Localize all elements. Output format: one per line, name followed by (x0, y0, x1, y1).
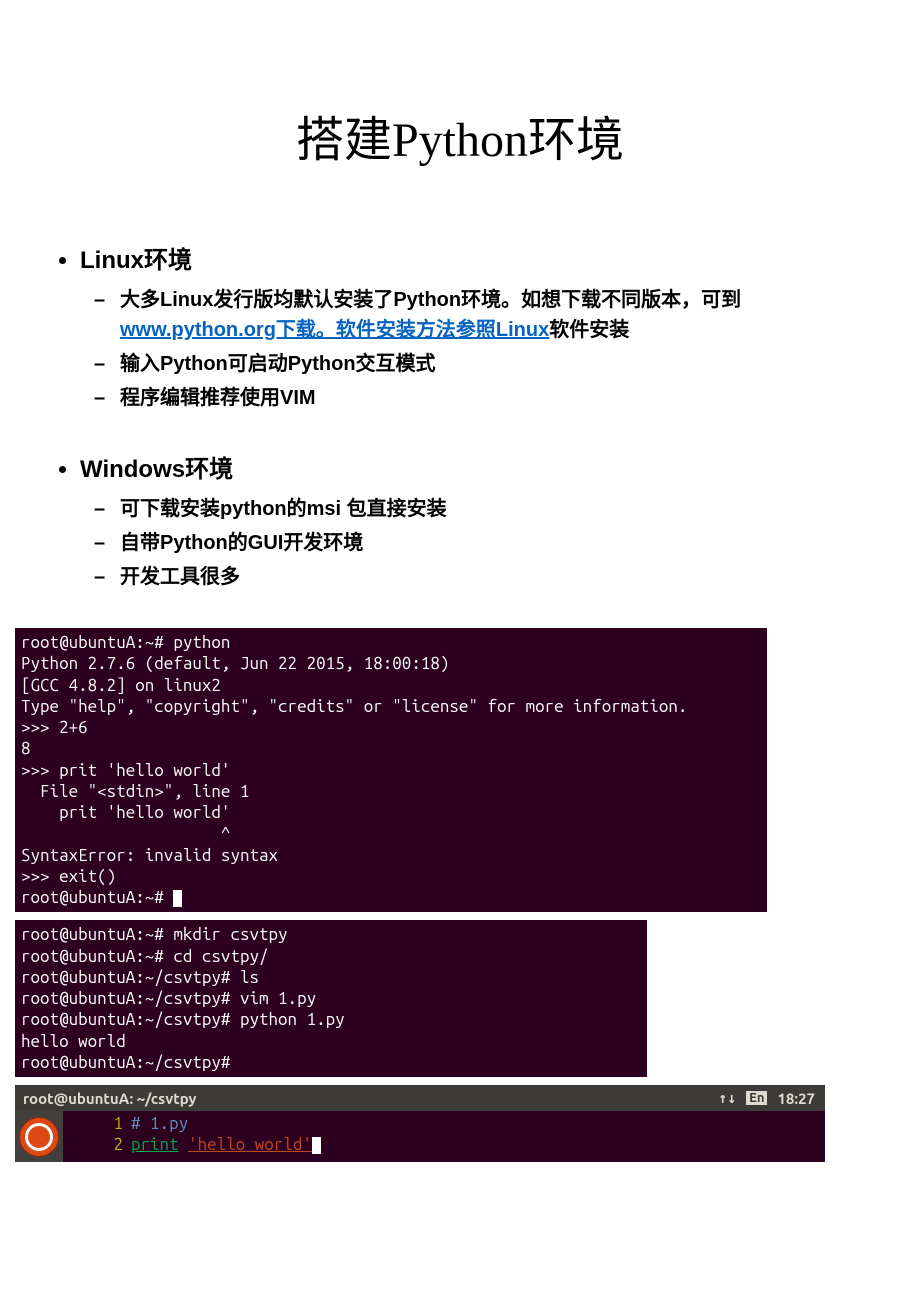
code-string: 'hello world' (188, 1135, 312, 1154)
code-comment: # 1.py (131, 1114, 188, 1133)
editor-line-1: 1 # 1.py (63, 1113, 825, 1134)
cursor-icon (173, 890, 182, 907)
line-number: 2 (63, 1134, 131, 1155)
text-pre: 大多Linux发行版均默认安装了Python环境。如想下载不同版本，可到 (120, 289, 741, 311)
section-heading: Linux环境 (80, 247, 192, 274)
page-title: 搭建Python环境 (30, 100, 890, 170)
windows-item-2: 自带Python的GUI开发环境 (120, 528, 890, 558)
windows-item-3: 开发工具很多 (120, 562, 890, 592)
terminal-output: root@ubuntuA:~# mkdir csvtpy root@ubuntu… (21, 925, 345, 1072)
linux-item-1: 大多Linux发行版均默认安装了Python环境。如想下载不同版本，可到 www… (120, 285, 890, 345)
content-outline: Linux环境 大多Linux发行版均默认安装了Python环境。如想下载不同版… (30, 240, 890, 592)
input-language-badge: En (746, 1091, 767, 1105)
windows-item-1: 可下载安装python的msi 包直接安装 (120, 494, 890, 524)
titlebar-indicators: ↑↓ En 18:27 (718, 1089, 815, 1107)
section-linux: Linux环境 大多Linux发行版均默认安装了Python环境。如想下载不同版… (80, 240, 890, 413)
clock: 18:27 (777, 1090, 815, 1107)
vim-editor: 1 # 1.py 2 print 'hello world' (15, 1111, 825, 1162)
terminal-python-repl: root@ubuntuA:~# python Python 2.7.6 (def… (15, 628, 767, 912)
linux-item-2: 输入Python可启动Python交互模式 (120, 349, 890, 379)
window-title: root@ubuntuA: ~/csvtpy (23, 1090, 197, 1107)
section-heading: Windows环境 (80, 456, 233, 483)
editor-line-2: 2 print 'hello world' (63, 1134, 825, 1155)
ubuntu-launcher (15, 1111, 63, 1162)
ubuntu-logo-icon (19, 1117, 59, 1157)
linux-items: 大多Linux发行版均默认安装了Python环境。如想下载不同版本，可到 www… (80, 285, 890, 413)
editor-body: 1 # 1.py 2 print 'hello world' (63, 1111, 825, 1162)
terminal-shell-commands: root@ubuntuA:~# mkdir csvtpy root@ubuntu… (15, 920, 647, 1077)
cursor-icon (312, 1137, 321, 1154)
text-post: 软件安装 (549, 319, 629, 341)
python-org-link[interactable]: www.python.org下载。软件安装方法参照Linux (120, 319, 549, 341)
linux-item-3: 程序编辑推荐使用VIM (120, 383, 890, 413)
code-keyword: print (131, 1135, 179, 1154)
network-icon: ↑↓ (718, 1089, 736, 1107)
windows-items: 可下载安装python的msi 包直接安装 自带Python的GUI开发环境 开… (80, 494, 890, 592)
terminal-output: root@ubuntuA:~# python Python 2.7.6 (def… (21, 633, 687, 907)
line-number: 1 (63, 1113, 131, 1134)
window-titlebar: root@ubuntuA: ~/csvtpy ↑↓ En 18:27 (15, 1085, 825, 1111)
section-windows: Windows环境 可下载安装python的msi 包直接安装 自带Python… (80, 449, 890, 592)
